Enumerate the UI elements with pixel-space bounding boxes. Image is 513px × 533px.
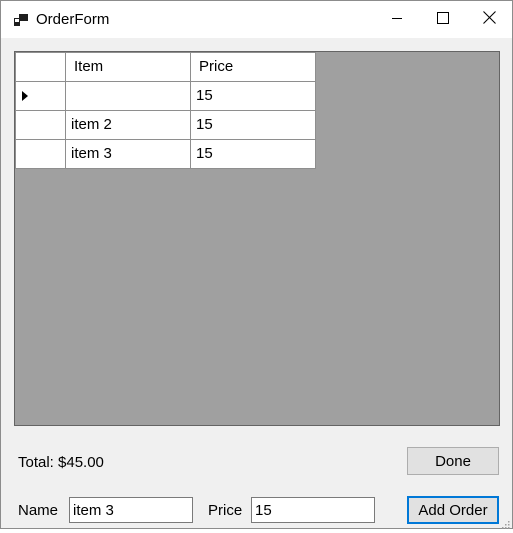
maximize-icon xyxy=(437,11,449,28)
done-button[interactable]: Done xyxy=(407,447,499,475)
resize-grip-icon[interactable] xyxy=(500,516,510,529)
price-input[interactable] xyxy=(251,497,375,523)
row-header[interactable] xyxy=(15,110,66,140)
column-header-price[interactable]: Price xyxy=(190,52,316,82)
name-label: Name xyxy=(18,502,59,519)
column-header-item[interactable]: Item xyxy=(65,52,191,82)
title-bar[interactable]: OrderForm xyxy=(1,1,512,38)
current-row-arrow-icon xyxy=(16,82,65,110)
orders-data-grid[interactable]: Item Price item 15 item 2 15 item 3 15 xyxy=(14,51,500,426)
order-form-window: OrderForm Item Price item 15 item 2 15 i… xyxy=(0,0,513,529)
name-input[interactable] xyxy=(69,497,193,523)
orders-table: Item Price item 15 item 2 15 item 3 15 xyxy=(15,52,316,169)
table-row[interactable]: item 15 xyxy=(15,81,316,111)
close-button[interactable] xyxy=(466,1,512,38)
header-row: Item Price xyxy=(15,52,316,82)
maximize-button[interactable] xyxy=(420,1,466,38)
row-header[interactable] xyxy=(15,139,66,169)
cell-item[interactable]: item 3 xyxy=(65,139,191,169)
window-title: OrderForm xyxy=(36,11,110,28)
close-icon xyxy=(482,11,496,28)
row-header[interactable] xyxy=(15,81,66,111)
price-label: Price xyxy=(208,502,243,519)
table-row[interactable]: item 3 15 xyxy=(15,139,316,169)
table-row[interactable]: item 2 15 xyxy=(15,110,316,140)
cell-item[interactable]: item xyxy=(65,81,191,111)
cell-item[interactable]: item 2 xyxy=(65,110,191,140)
cell-price[interactable]: 15 xyxy=(190,110,316,140)
total-label: Total: $45.00 xyxy=(18,454,104,471)
cell-price[interactable]: 15 xyxy=(190,139,316,169)
minimize-icon xyxy=(391,11,403,28)
cell-price[interactable]: 15 xyxy=(190,81,316,111)
app-icon xyxy=(13,12,29,28)
add-order-button[interactable]: Add Order xyxy=(407,496,499,524)
row-header-corner[interactable] xyxy=(15,52,66,82)
minimize-button[interactable] xyxy=(374,1,420,38)
